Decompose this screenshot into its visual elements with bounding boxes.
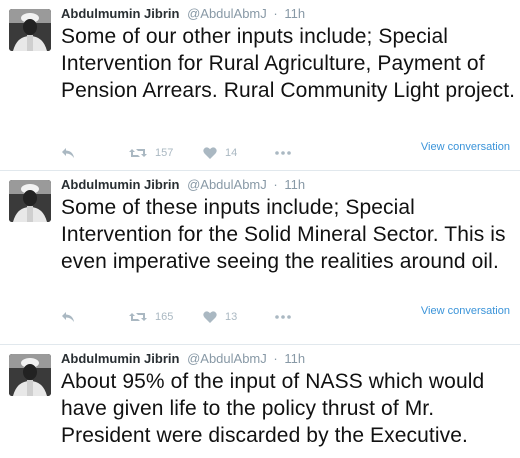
heart-icon: [203, 147, 217, 159]
reply-button[interactable]: [61, 309, 75, 325]
user-handle[interactable]: @AbdulAbmJ: [187, 6, 267, 21]
tweet[interactable]: Abdulmumin Jibrin @AbdulAbmJ · 11h About…: [0, 345, 520, 458]
tweet-header: Abdulmumin Jibrin @AbdulAbmJ · 11h: [61, 6, 305, 22]
view-conversation-link[interactable]: View conversation: [421, 305, 510, 317]
heart-icon: [203, 311, 217, 323]
tweet-timeline: Abdulmumin Jibrin @AbdulAbmJ · 11h Some …: [0, 0, 520, 456]
tweet-actions: 165 13 View conversation: [61, 305, 516, 325]
user-handle[interactable]: @AbdulAbmJ: [187, 351, 267, 366]
timestamp[interactable]: 11h: [284, 177, 305, 192]
like-button[interactable]: 13: [203, 309, 237, 325]
tweet-header: Abdulmumin Jibrin @AbdulAbmJ · 11h: [61, 351, 305, 367]
retweet-button[interactable]: 157: [129, 145, 173, 161]
avatar[interactable]: [9, 354, 51, 396]
tweet[interactable]: Abdulmumin Jibrin @AbdulAbmJ · 11h Some …: [0, 0, 520, 171]
avatar[interactable]: [9, 180, 51, 222]
tweet-actions: 157 14 View conversation: [61, 141, 516, 161]
more-button[interactable]: [275, 145, 291, 161]
reply-icon: [61, 311, 75, 323]
retweet-icon: [129, 147, 147, 159]
reply-icon: [61, 147, 75, 159]
retweet-button[interactable]: 165: [129, 309, 173, 325]
timestamp[interactable]: 11h: [284, 351, 305, 366]
tweet-header: Abdulmumin Jibrin @AbdulAbmJ · 11h: [61, 177, 305, 193]
retweet-count: 165: [155, 311, 174, 323]
tweet-text: Some of our other inputs include; Specia…: [61, 25, 516, 102]
display-name[interactable]: Abdulmumin Jibrin: [61, 6, 179, 21]
like-button[interactable]: 14: [203, 145, 237, 161]
separator: ·: [273, 177, 278, 192]
view-conversation-link[interactable]: View conversation: [421, 141, 510, 153]
like-count: 14: [225, 147, 238, 159]
more-icon: [275, 315, 291, 319]
tweet-text: Some of these inputs include; Special In…: [61, 196, 506, 273]
timestamp[interactable]: 11h: [284, 6, 305, 21]
tweet[interactable]: Abdulmumin Jibrin @AbdulAbmJ · 11h Some …: [0, 171, 520, 345]
avatar[interactable]: [9, 9, 51, 51]
more-icon: [275, 151, 291, 155]
like-count: 13: [225, 311, 238, 323]
separator: ·: [273, 6, 278, 21]
separator: ·: [273, 351, 278, 366]
tweet-text: About 95% of the input of NASS which wou…: [61, 370, 485, 447]
display-name[interactable]: Abdulmumin Jibrin: [61, 351, 179, 366]
more-button[interactable]: [275, 309, 291, 325]
retweet-icon: [129, 311, 147, 323]
reply-button[interactable]: [61, 145, 75, 161]
retweet-count: 157: [155, 147, 174, 159]
user-handle[interactable]: @AbdulAbmJ: [187, 177, 267, 192]
display-name[interactable]: Abdulmumin Jibrin: [61, 177, 179, 192]
